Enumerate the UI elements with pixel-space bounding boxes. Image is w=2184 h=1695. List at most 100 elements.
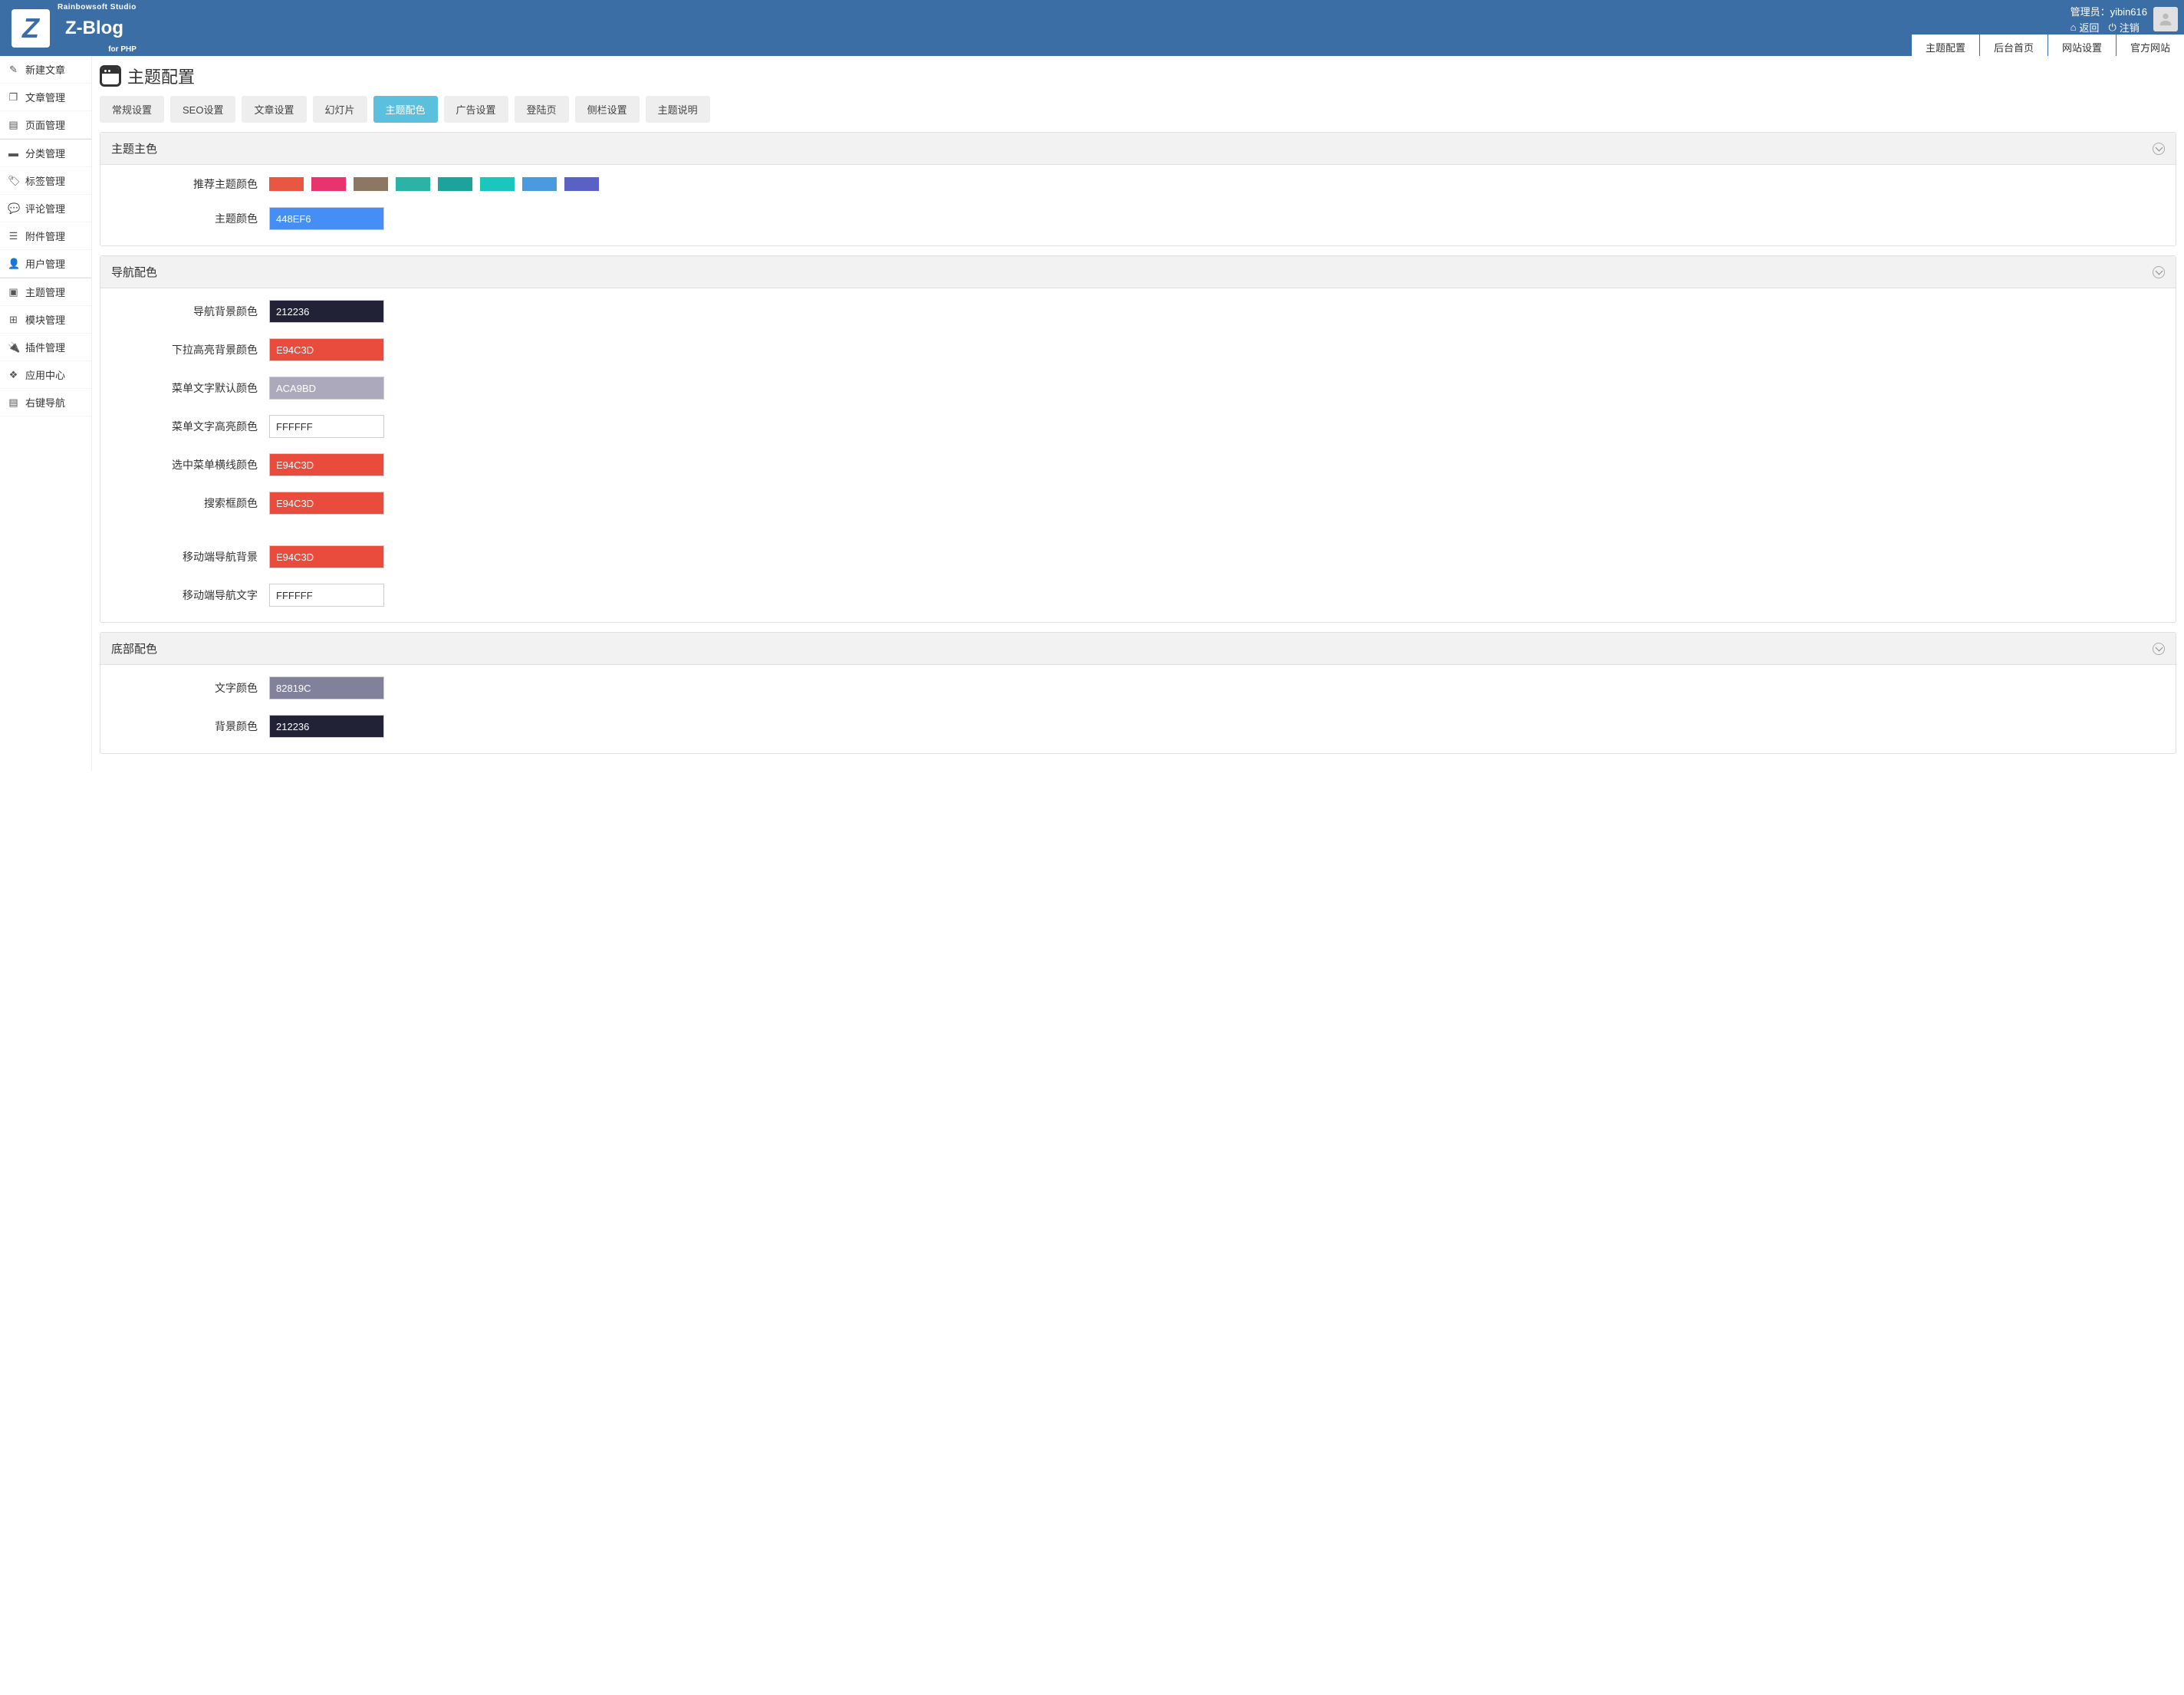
chevron-down-icon[interactable] [2153, 143, 2165, 155]
sidebar-item-label: 标签管理 [25, 173, 65, 188]
theme-color-input[interactable] [269, 207, 384, 230]
menu-icon: ☰ [8, 230, 19, 242]
menu-icon: ▣ [8, 286, 19, 298]
color-input[interactable] [269, 584, 384, 607]
menu-icon: 👤 [8, 258, 19, 270]
panel-title: 主题主色 [111, 140, 157, 156]
sidebar-item-label: 附件管理 [25, 229, 65, 243]
window-icon [100, 65, 121, 87]
sidebar-item[interactable]: 👤 用户管理 [0, 250, 91, 278]
sub-tab[interactable]: 登陆页 [515, 96, 569, 123]
color-swatch[interactable] [480, 177, 515, 191]
field-label: 搜索框颜色 [116, 495, 269, 511]
sidebar-item-label: 评论管理 [25, 201, 65, 216]
color-input[interactable] [269, 453, 384, 476]
top-header: Z Rainbowsoft Studio Z-Blog for PHP 管理员：… [0, 0, 2184, 56]
admin-username: 管理员：yibin616 [2071, 4, 2147, 18]
field-label: 导航背景颜色 [116, 304, 269, 319]
color-swatch[interactable] [311, 177, 346, 191]
color-input[interactable] [269, 300, 384, 323]
color-swatch[interactable] [438, 177, 472, 191]
menu-icon: ▤ [8, 119, 19, 131]
sidebar-item[interactable]: 🔌 插件管理 [0, 334, 91, 361]
logo-subtitle: Rainbowsoft Studio [58, 3, 136, 12]
color-swatch[interactable] [522, 177, 557, 191]
logo-title: Z-Blog [58, 12, 136, 45]
sub-tab[interactable]: 广告设置 [444, 96, 508, 123]
menu-icon: ▬ [8, 147, 19, 159]
sub-tab[interactable]: 主题说明 [646, 96, 710, 123]
sidebar-item-label: 模块管理 [25, 312, 65, 327]
sub-tab[interactable]: 文章设置 [242, 96, 306, 123]
logo-php: for PHP [58, 45, 136, 54]
sidebar-item-label: 插件管理 [25, 340, 65, 354]
page-title: 主题配置 [127, 64, 195, 88]
sidebar-item-label: 主题管理 [25, 285, 65, 299]
sub-tab[interactable]: 主题配色 [373, 96, 438, 123]
sub-tabs: 常规设置SEO设置文章设置幻灯片主题配色广告设置登陆页侧栏设置主题说明 [100, 96, 2176, 123]
main-content: 主题配置 常规设置SEO设置文章设置幻灯片主题配色广告设置登陆页侧栏设置主题说明… [92, 56, 2184, 771]
color-swatch[interactable] [269, 177, 304, 191]
field-label: 背景颜色 [116, 719, 269, 734]
field-label: 文字颜色 [116, 680, 269, 696]
panel-title: 底部配色 [111, 640, 157, 657]
field-label: 移动端导航背景 [116, 549, 269, 564]
avatar[interactable] [2153, 7, 2178, 31]
logout-link[interactable]: ⏻ 注销 [2108, 20, 2139, 35]
menu-icon: ▤ [8, 397, 19, 409]
sub-tab[interactable]: 侧栏设置 [575, 96, 640, 123]
panel-title: 导航配色 [111, 264, 157, 280]
chevron-down-icon[interactable] [2153, 643, 2165, 655]
menu-icon: 🔌 [8, 341, 19, 354]
theme-color-label: 主题颜色 [116, 211, 269, 226]
panel-header[interactable]: 底部配色 [100, 633, 2176, 665]
sub-tab[interactable]: 常规设置 [100, 96, 164, 123]
panel-header[interactable]: 导航配色 [100, 256, 2176, 288]
field-label: 选中菜单横线颜色 [116, 457, 269, 472]
logo[interactable]: Z Rainbowsoft Studio Z-Blog for PHP [0, 0, 136, 56]
sidebar-item-label: 新建文章 [25, 62, 65, 77]
color-swatch[interactable] [354, 177, 388, 191]
home-icon: ⌂ [2071, 21, 2077, 33]
menu-icon: ⊞ [8, 314, 19, 326]
color-swatch[interactable] [564, 177, 599, 191]
sub-tab[interactable]: SEO设置 [170, 96, 235, 123]
back-link[interactable]: ⌂ 返回 [2071, 20, 2100, 35]
color-input[interactable] [269, 545, 384, 568]
sidebar-item[interactable]: ▬ 分类管理 [0, 139, 91, 167]
sidebar-item-label: 用户管理 [25, 256, 65, 271]
sidebar-item[interactable]: 💬 评论管理 [0, 195, 91, 222]
sidebar-item[interactable]: ☰ 附件管理 [0, 222, 91, 250]
menu-icon: 💬 [8, 202, 19, 215]
sidebar-item-label: 应用中心 [25, 367, 65, 382]
panel-main-color: 主题主色 推荐主题颜色 主题颜色 [100, 132, 2176, 246]
field-label: 菜单文字高亮颜色 [116, 419, 269, 434]
field-label: 菜单文字默认颜色 [116, 380, 269, 396]
sidebar-item[interactable]: ⊞ 模块管理 [0, 306, 91, 334]
sidebar-item-label: 页面管理 [25, 117, 65, 132]
sub-tab[interactable]: 幻灯片 [313, 96, 367, 123]
sidebar: ✎新建文章❐文章管理 ▤ 页面管理 ▬ 分类管理 🏷标签管理 💬 评论管理 ☰ 附件管理 👤 用户管理… [0, 56, 92, 771]
color-input[interactable] [269, 715, 384, 738]
sidebar-item[interactable]: ✎新建文章 [0, 56, 91, 84]
sidebar-item[interactable]: ▣ 主题管理 [0, 278, 91, 306]
sidebar-item[interactable]: ▤ 页面管理 [0, 111, 91, 139]
sidebar-item-label: 分类管理 [25, 146, 65, 160]
color-input[interactable] [269, 676, 384, 699]
color-swatch[interactable] [396, 177, 430, 191]
sidebar-item[interactable]: ❖ 应用中心 [0, 361, 91, 389]
color-input[interactable] [269, 415, 384, 438]
color-input[interactable] [269, 377, 384, 400]
chevron-down-icon[interactable] [2153, 266, 2165, 278]
color-input[interactable] [269, 338, 384, 361]
swatch-row [269, 177, 599, 191]
panel-footer-color: 底部配色 文字颜色背景颜色 [100, 632, 2176, 754]
color-input[interactable] [269, 492, 384, 515]
menu-icon: ❖ [8, 369, 19, 381]
sidebar-item[interactable]: ❐文章管理 [0, 84, 91, 111]
sidebar-item[interactable]: ▤右键导航 [0, 389, 91, 416]
sidebar-item-label: 文章管理 [25, 90, 65, 104]
sidebar-item[interactable]: 🏷标签管理 [0, 167, 91, 195]
panel-header[interactable]: 主题主色 [100, 133, 2176, 165]
power-icon: ⏻ [2108, 21, 2116, 34]
